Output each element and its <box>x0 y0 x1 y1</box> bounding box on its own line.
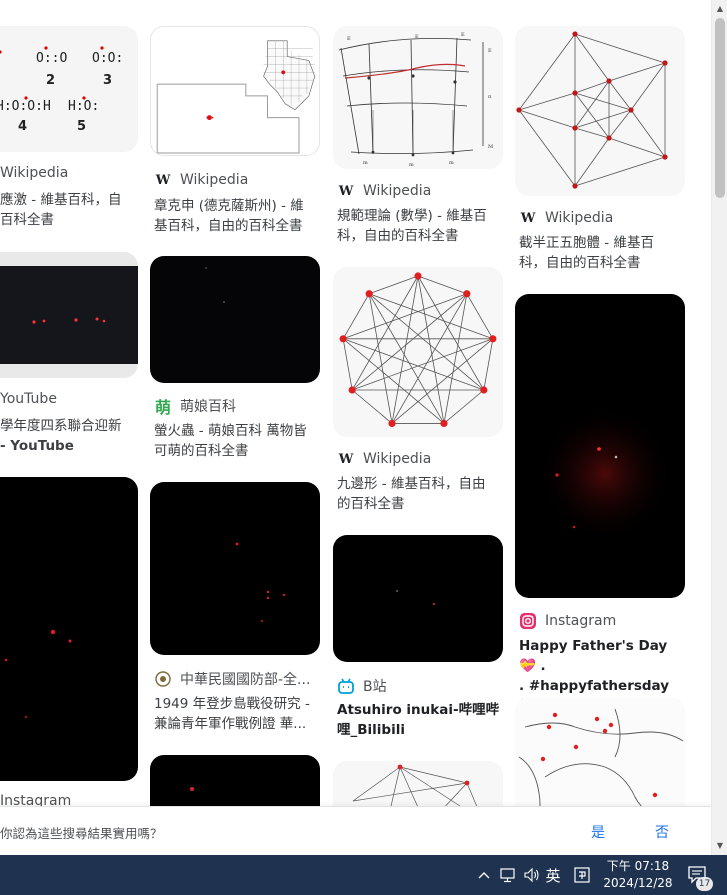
result-source: Instagram <box>519 612 616 630</box>
feedback-yes-button[interactable]: 是 <box>591 822 605 842</box>
graph-vertex <box>440 419 448 428</box>
bilibili-icon <box>337 677 355 695</box>
result-title[interactable]: 章克申 (德克薩斯州) - 維 基百科，自由的百科全書 <box>154 196 320 236</box>
thumbnail-night-lights[interactable] <box>150 482 320 655</box>
graph-vertex <box>572 125 578 131</box>
graph-vertex <box>339 335 347 343</box>
result-source: 萌 萌娘百科 <box>154 398 236 417</box>
feedback-no-button[interactable]: 否 <box>655 822 669 842</box>
network-icon[interactable] <box>497 855 519 895</box>
result-source: W Wikipedia <box>338 451 432 467</box>
feedback-bar: 你認為這些搜尋結果實用嗎？ 是 否 <box>0 806 711 855</box>
graph-vertex <box>628 107 634 113</box>
graph-vertex <box>572 90 578 96</box>
result-title[interactable]: 九邊形 - 維基百科，自由 的百科全書 <box>337 474 503 514</box>
svg-text:m: m <box>409 162 414 168</box>
instagram-icon <box>519 612 537 630</box>
result-source: W Wikipedia <box>520 210 614 226</box>
graph-vertex <box>348 386 356 394</box>
graph-vertex <box>414 272 422 280</box>
result-title[interactable]: 規範理論 (數學) - 維基百 科，自由的百科全書 <box>337 206 503 246</box>
thumbnail-bilibili-dark[interactable] <box>333 535 503 662</box>
lewis-formula-4: H:O:O:H <box>0 99 51 114</box>
defense-ministry-emblem-icon <box>154 670 172 688</box>
svg-text:m: m <box>363 160 368 166</box>
thumbnail-dark-video[interactable] <box>0 252 138 378</box>
result-source: YouTube <box>0 391 57 407</box>
scroll-down-arrow-icon[interactable]: ▼ <box>715 841 725 851</box>
graph-vertex <box>572 31 578 37</box>
lewis-label-3: 3 <box>103 73 112 88</box>
thumbnail-gauge-diagram[interactable]: E E E Eπ M m m m <box>333 26 503 169</box>
thumbnail-lewis-structures[interactable]: : O::O O:O: 2 3 H:O:O:H H:O: 4 5 <box>0 26 138 152</box>
lewis-formula-2: O::O <box>36 51 67 66</box>
scrollbar-thumb[interactable] <box>715 18 725 198</box>
thumbnail-firefly-night[interactable] <box>150 256 320 383</box>
image-results-grid: : O::O O:O: 2 3 H:O:O:H H:O: 4 5 Wikiped… <box>0 0 711 855</box>
notification-count-badge: 17 <box>696 877 713 891</box>
show-hidden-icons-chevron-icon[interactable] <box>474 855 494 895</box>
graph-vertex <box>606 78 612 84</box>
wikipedia-icon: W <box>155 172 171 188</box>
graph-vertex <box>516 107 522 113</box>
result-source: B站 <box>337 676 387 696</box>
volume-icon[interactable] <box>521 855 543 895</box>
windows-taskbar: 英 下午 07:18 2024/12/28 17 <box>0 855 727 895</box>
thumbnail-fireflies-dark[interactable] <box>0 477 138 781</box>
result-source: 中華民國國防部-全... <box>154 669 310 689</box>
result-title[interactable]: 學年度四系聯合迎新 - YouTube <box>0 416 138 456</box>
svg-text:E: E <box>347 36 351 42</box>
graph-vertex <box>572 183 578 189</box>
thumbnail-texas-map[interactable] <box>150 26 320 156</box>
result-title[interactable]: 截半正五胞體 - 維基百 科，自由的百科全書 <box>519 233 685 273</box>
graph-vertex <box>662 154 668 160</box>
svg-text:M: M <box>488 144 493 150</box>
result-source: W Wikipedia <box>338 183 432 199</box>
lewis-label-2: 2 <box>46 73 55 88</box>
thumbnail-polytope-graph[interactable] <box>515 26 685 196</box>
taskbar-clock[interactable]: 下午 07:18 2024/12/28 <box>596 858 680 892</box>
lewis-formula-5: H:O: <box>68 99 99 114</box>
thumbnail-fireflies-tall[interactable] <box>515 294 685 598</box>
lewis-formula-3: O:O: <box>92 51 123 66</box>
thumbnail-nonagon-graph[interactable] <box>333 267 503 437</box>
lewis-label-5: 5 <box>77 119 86 134</box>
wikipedia-icon: W <box>338 451 354 467</box>
clock-time: 下午 07:18 <box>606 859 670 873</box>
result-title[interactable]: 螢火蟲 - 萌娘百科 萬物皆 可萌的百科全書 <box>154 421 320 461</box>
input-method-indicator[interactable]: 英 <box>543 855 563 895</box>
svg-text:E: E <box>461 32 465 38</box>
wikipedia-icon: W <box>338 183 354 199</box>
result-title[interactable]: 1949 年登步島戰役研究 - 兼論青年軍作戰例證 華... <box>154 694 320 734</box>
svg-text:E: E <box>415 34 419 40</box>
result-source: W Wikipedia <box>155 172 249 188</box>
feedback-question: 你認為這些搜尋結果實用嗎？ <box>0 826 163 841</box>
wikipedia-icon: W <box>520 210 536 226</box>
lewis-label-4: 4 <box>18 119 27 134</box>
moegirl-icon: 萌 <box>154 398 171 417</box>
result-source: Wikipedia <box>0 165 69 181</box>
result-title[interactable]: 應激 - 維基百科，自 百科全書 <box>0 190 138 230</box>
graph-vertex <box>463 290 471 298</box>
vertical-scrollbar[interactable]: ▲ ▼ <box>711 0 727 855</box>
graph-vertex <box>388 419 396 428</box>
svg-text:π: π <box>488 94 492 100</box>
svg-text:E: E <box>488 48 492 54</box>
graph-vertex <box>606 135 612 141</box>
graph-vertex <box>662 60 668 66</box>
clock-date: 2024/12/28 <box>603 876 673 890</box>
svg-text:m: m <box>449 160 454 166</box>
ime-mode-icon[interactable] <box>571 855 593 895</box>
graph-vertex <box>480 386 488 394</box>
scroll-up-arrow-icon[interactable]: ▲ <box>715 4 725 14</box>
result-title[interactable]: Atsuhiro inukai-哔哩哔 哩_Bilibili <box>337 700 503 740</box>
graph-vertex <box>489 335 497 343</box>
graph-vertex <box>365 290 373 298</box>
